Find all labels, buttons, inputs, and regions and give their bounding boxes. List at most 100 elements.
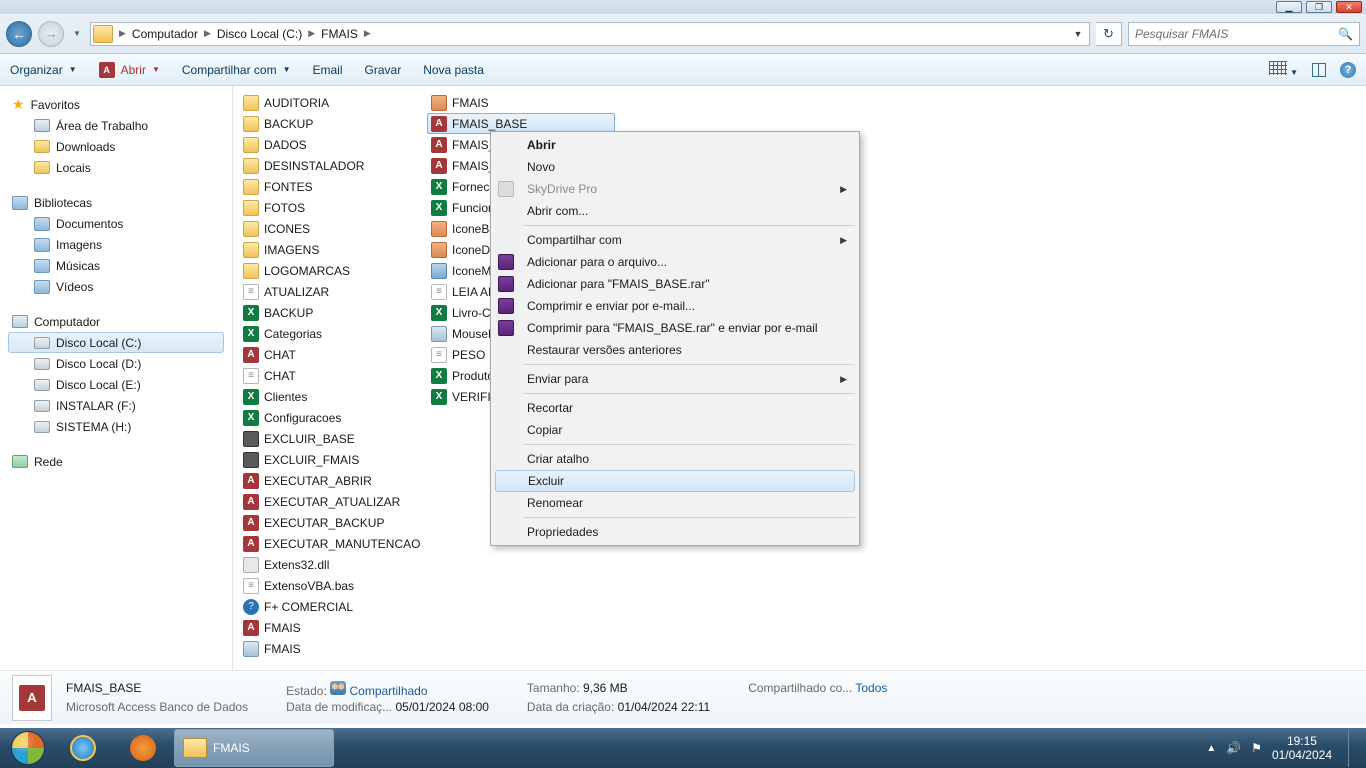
file-item[interactable]: ICONES	[239, 218, 427, 239]
burn-button[interactable]: Gravar	[365, 63, 402, 77]
breadcrumb-separator[interactable]: ▶	[200, 28, 215, 39]
ctx-sharewith[interactable]: Compartilhar com▶	[493, 229, 857, 251]
ctx-compressemail[interactable]: Comprimir e enviar por e-mail...	[493, 295, 857, 317]
nav-drive-f[interactable]: INSTALAR (F:)	[8, 395, 232, 416]
nav-drive-e[interactable]: Disco Local (E:)	[8, 374, 232, 395]
window-maximize-button[interactable]: ❐	[1306, 1, 1332, 13]
taskbar-firefox[interactable]	[114, 729, 172, 767]
file-item[interactable]: FOTOS	[239, 197, 427, 218]
tray-clock[interactable]: 19:1501/04/2024	[1272, 734, 1332, 762]
network-header[interactable]: Rede	[8, 451, 232, 472]
breadcrumb-folder[interactable]: FMAIS	[319, 25, 360, 43]
ctx-addtorar[interactable]: Adicionar para "FMAIS_BASE.rar"	[493, 273, 857, 295]
ctx-copy[interactable]: Copiar	[493, 419, 857, 441]
file-item[interactable]: EXCLUIR_FMAIS	[239, 449, 427, 470]
show-desktop-button[interactable]	[1348, 729, 1360, 767]
address-dropdown[interactable]: ▼	[1069, 29, 1087, 39]
help-button[interactable]: ?	[1340, 62, 1356, 78]
file-item[interactable]: IMAGENS	[239, 239, 427, 260]
ctx-delete[interactable]: Excluir	[495, 470, 855, 492]
nav-drive-c[interactable]: Disco Local (C:)	[8, 332, 224, 353]
tray-overflow-button[interactable]: ▲	[1206, 743, 1216, 754]
file-item[interactable]: BACKUP	[239, 113, 427, 134]
ctx-sendto[interactable]: Enviar para▶	[493, 368, 857, 390]
access-icon: A	[431, 158, 447, 174]
ctx-open[interactable]: Abrir	[493, 134, 857, 156]
ctx-shortcut[interactable]: Criar atalho	[493, 448, 857, 470]
open-menu[interactable]: AAbrir▼	[99, 62, 160, 78]
file-item[interactable]: AEXECUTAR_MANUTENCAO	[239, 533, 427, 554]
file-item[interactable]: AEXECUTAR_ATUALIZAR	[239, 491, 427, 512]
window-minimize-button[interactable]: ▁	[1276, 1, 1302, 13]
new-folder-button[interactable]: Nova pasta	[423, 63, 484, 77]
breadcrumb-computer[interactable]: Computador	[130, 25, 200, 43]
computer-header[interactable]: Computador	[8, 311, 232, 332]
file-item[interactable]: DADOS	[239, 134, 427, 155]
view-options-button[interactable]: ▼	[1269, 61, 1298, 78]
share-menu[interactable]: Compartilhar com▼	[182, 63, 291, 77]
address-bar[interactable]: ▶ Computador ▶ Disco Local (C:) ▶ FMAIS …	[90, 22, 1090, 46]
taskbar-ie[interactable]	[54, 729, 112, 767]
breadcrumb-drive[interactable]: Disco Local (C:)	[215, 25, 304, 43]
start-button[interactable]	[4, 729, 52, 767]
nav-downloads[interactable]: Downloads	[8, 136, 232, 157]
breadcrumb-separator[interactable]: ▶	[304, 28, 319, 39]
preview-pane-button[interactable]	[1312, 63, 1326, 77]
nav-drive-h[interactable]: SISTEMA (H:)	[8, 416, 232, 437]
nav-desktop[interactable]: Área de Trabalho	[8, 115, 232, 136]
file-item[interactable]: ≡ExtensoVBA.bas	[239, 575, 427, 596]
file-item[interactable]: Extens32.dll	[239, 554, 427, 575]
nav-music[interactable]: Músicas	[8, 255, 232, 276]
window-close-button[interactable]: ✕	[1336, 1, 1362, 13]
nav-videos[interactable]: Vídeos	[8, 276, 232, 297]
ctx-rename[interactable]: Renomear	[493, 492, 857, 514]
file-item[interactable]: XBACKUP	[239, 302, 427, 323]
file-item[interactable]: AFMAIS	[239, 617, 427, 638]
file-item[interactable]: XCategorias	[239, 323, 427, 344]
ctx-skydrive[interactable]: SkyDrive Pro▶	[493, 178, 857, 200]
file-item[interactable]: AEXECUTAR_ABRIR	[239, 470, 427, 491]
file-item[interactable]: XConfiguracoes	[239, 407, 427, 428]
file-item[interactable]: XClientes	[239, 386, 427, 407]
file-item[interactable]: AEXECUTAR_BACKUP	[239, 512, 427, 533]
forward-button[interactable]: →	[38, 21, 64, 47]
breadcrumb-separator[interactable]: ▶	[360, 28, 375, 39]
ctx-cut[interactable]: Recortar	[493, 397, 857, 419]
file-item[interactable]: ?F+ COMERCIAL	[239, 596, 427, 617]
tray-action-center-icon[interactable]: ⚑	[1251, 741, 1262, 755]
ctx-restore[interactable]: Restaurar versões anteriores	[493, 339, 857, 361]
file-item[interactable]: FONTES	[239, 176, 427, 197]
nav-pictures[interactable]: Imagens	[8, 234, 232, 255]
organize-menu[interactable]: Organizar▼	[10, 63, 77, 77]
nav-documents[interactable]: Documentos	[8, 213, 232, 234]
favorites-header[interactable]: ★Favoritos	[8, 94, 232, 115]
tray-volume-icon[interactable]: 🔊	[1226, 741, 1241, 755]
file-item[interactable]: FMAIS	[427, 92, 615, 113]
refresh-button[interactable]: ↻	[1096, 22, 1122, 46]
email-button[interactable]: Email	[313, 63, 343, 77]
details-created-label: Data da criação:	[527, 700, 614, 714]
file-item[interactable]: FMAIS	[239, 638, 427, 659]
file-item[interactable]: ACHAT	[239, 344, 427, 365]
file-name: LOGOMARCAS	[264, 264, 350, 278]
file-item[interactable]: EXCLUIR_BASE	[239, 428, 427, 449]
file-item[interactable]: DESINSTALADOR	[239, 155, 427, 176]
file-name: F+ COMERCIAL	[264, 600, 353, 614]
ctx-properties[interactable]: Propriedades	[493, 521, 857, 543]
file-item[interactable]: AUDITORIA	[239, 92, 427, 113]
ctx-compressraremail[interactable]: Comprimir para "FMAIS_BASE.rar" e enviar…	[493, 317, 857, 339]
ctx-addtoarchive[interactable]: Adicionar para o arquivo...	[493, 251, 857, 273]
back-button[interactable]: ←	[6, 21, 32, 47]
ctx-new[interactable]: Novo	[493, 156, 857, 178]
recent-locations-dropdown[interactable]: ▼	[70, 24, 84, 44]
file-item[interactable]: LOGOMARCAS	[239, 260, 427, 281]
file-item[interactable]: ≡CHAT	[239, 365, 427, 386]
nav-drive-d[interactable]: Disco Local (D:)	[8, 353, 232, 374]
ctx-openwith[interactable]: Abrir com...	[493, 200, 857, 222]
details-sharedwith-label: Compartilhado co...	[748, 681, 852, 695]
file-item[interactable]: ≡ATUALIZAR	[239, 281, 427, 302]
taskbar-explorer-window[interactable]: FMAIS	[174, 729, 334, 767]
libraries-header[interactable]: Bibliotecas	[8, 192, 232, 213]
search-input[interactable]: Pesquisar FMAIS 🔍	[1128, 22, 1360, 46]
nav-recent[interactable]: Locais	[8, 157, 232, 178]
